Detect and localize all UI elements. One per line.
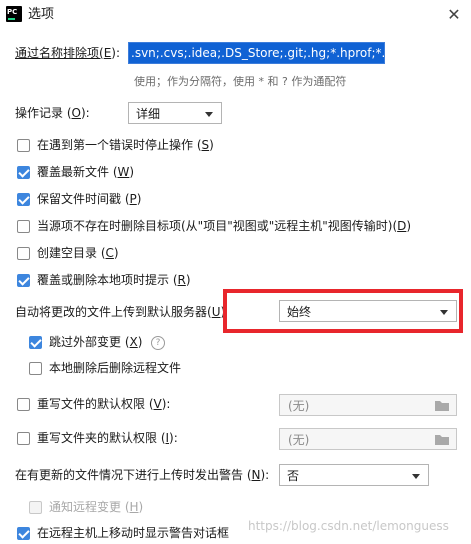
warn-upload-label: 在有更新的文件情况下进行上传时发出警告 (N): — [15, 468, 270, 482]
overwrite-newer-label: 覆盖最新文件 (W) — [37, 165, 135, 179]
stop-on-error-checkbox[interactable] — [17, 139, 30, 152]
move-warning-label: 在远程主机上移动时显示警告对话框 — [37, 526, 230, 540]
exclude-names-value: .svn;.cvs;.idea;.DS_Store;.git;.hg;*.hpr… — [129, 43, 384, 63]
preserve-timestamps-checkbox[interactable] — [17, 193, 30, 206]
folder-permissions-checkbox[interactable] — [17, 432, 30, 445]
delete-target-checkbox[interactable] — [17, 220, 30, 233]
file-permissions-value: (无) — [288, 399, 310, 413]
chevron-down-icon — [205, 112, 213, 117]
notify-remote-label: 通知远程变更 (H) — [49, 500, 144, 514]
folder-icon[interactable] — [430, 429, 454, 449]
warn-upload-select[interactable]: 否 — [279, 464, 429, 486]
operation-log-select[interactable]: 详细 — [128, 102, 222, 124]
warn-upload-value: 否 — [287, 469, 300, 483]
create-empty-dirs-label: 创建空目录 (C) — [37, 246, 119, 260]
create-empty-dirs-checkbox[interactable] — [17, 247, 30, 260]
file-permissions-field: (无) — [279, 394, 457, 416]
exclude-hint: 使用；作为分隔符，使用 * 和 ? 作为通配符 — [134, 75, 347, 88]
prompt-overwrite-checkbox[interactable] — [17, 274, 30, 287]
folder-icon[interactable] — [430, 395, 454, 415]
chevron-down-icon — [412, 474, 420, 479]
delete-remote-checkbox[interactable] — [29, 362, 42, 375]
upload-default-label: 自动将更改的文件上传到默认服务器(U) — [15, 305, 226, 319]
exclude-names-input[interactable]: .svn;.cvs;.idea;.DS_Store;.git;.hg;*.hpr… — [128, 42, 385, 64]
file-permissions-label: 重写文件的默认权限 (V): — [37, 397, 171, 411]
folder-permissions-field: (无) — [279, 428, 457, 450]
file-permissions-checkbox[interactable] — [17, 398, 30, 411]
help-icon[interactable]: ? — [151, 336, 165, 350]
move-warning-checkbox[interactable] — [17, 527, 30, 540]
title-bar — [0, 0, 471, 30]
delete-target-label: 当源项不存在时删除目标项(从"项目"视图或"远程主机"视图传输时)(D) — [37, 219, 412, 233]
delete-remote-label: 本地删除后删除远程文件 — [49, 361, 182, 375]
highlight-box — [223, 289, 463, 333]
folder-permissions-value: (无) — [288, 433, 310, 447]
notify-remote-checkbox — [29, 501, 42, 514]
skip-external-label: 跳过外部变更 (X) — [49, 335, 143, 349]
watermark-text: https://blog.csdn.net/lemonguess — [248, 519, 449, 533]
pycharm-app-icon: PC — [6, 6, 22, 22]
close-icon[interactable]: ✕ — [444, 5, 464, 25]
window-title: 选项 — [28, 7, 55, 22]
operation-log-value: 详细 — [136, 107, 161, 121]
skip-external-checkbox[interactable] — [29, 336, 42, 349]
folder-permissions-label: 重写文件夹的默认权限 (I): — [37, 431, 178, 445]
exclude-label: 通过名称排除项(E): — [15, 46, 121, 60]
prompt-overwrite-label: 覆盖或删除本地项时提示 (R) — [37, 273, 191, 287]
overwrite-newer-checkbox[interactable] — [17, 166, 30, 179]
preserve-timestamps-label: 保留文件时间戳 (P) — [37, 192, 142, 206]
operation-log-label: 操作记录 (O): — [15, 106, 90, 120]
stop-on-error-label: 在遇到第一个错误时停止操作 (S) — [37, 138, 214, 152]
